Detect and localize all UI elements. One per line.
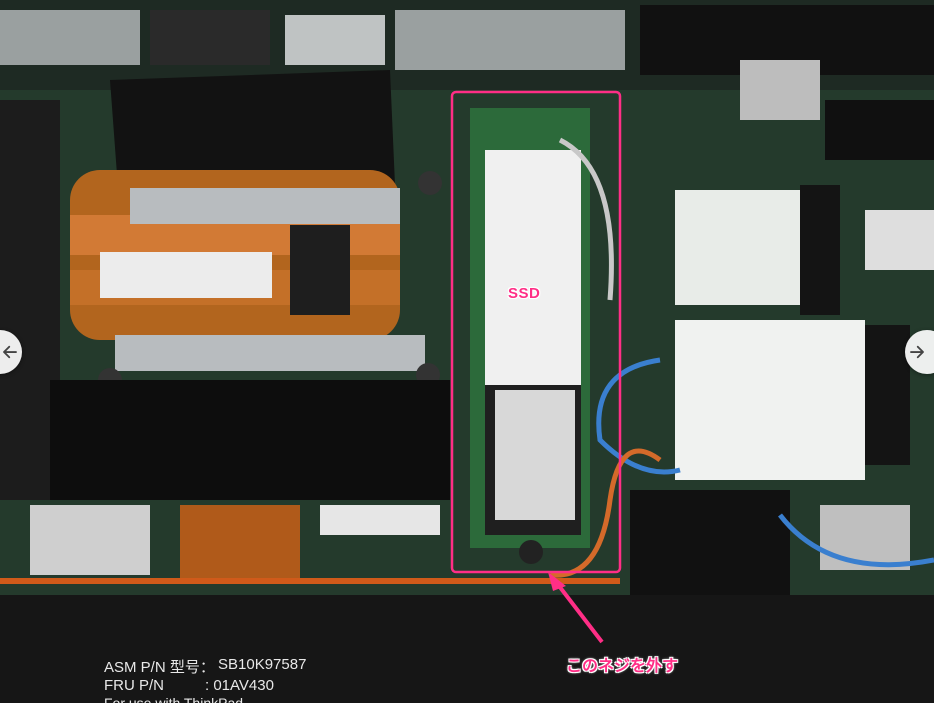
ssd-annotation-label: SSD (508, 285, 541, 302)
asm-pn-key: ASM P/N 型号： (104, 659, 215, 676)
arrow-right-icon (910, 345, 924, 359)
asm-pn-value: SB10K97587 (218, 656, 307, 673)
arrow-left-icon (3, 345, 17, 359)
fru-pn-key: FRU P/N (104, 677, 164, 694)
fru-pn-value: : 01AV430 (205, 677, 274, 694)
laptop-motherboard-photo (0, 0, 934, 703)
image-viewer: SSD このネジを外す ASM P/N 型号： SB10K97587 FRU P… (0, 0, 934, 703)
remove-screw-annotation-label: このネジを外す (566, 656, 679, 675)
thinkpad-label: For use with ThinkPad (104, 695, 244, 703)
